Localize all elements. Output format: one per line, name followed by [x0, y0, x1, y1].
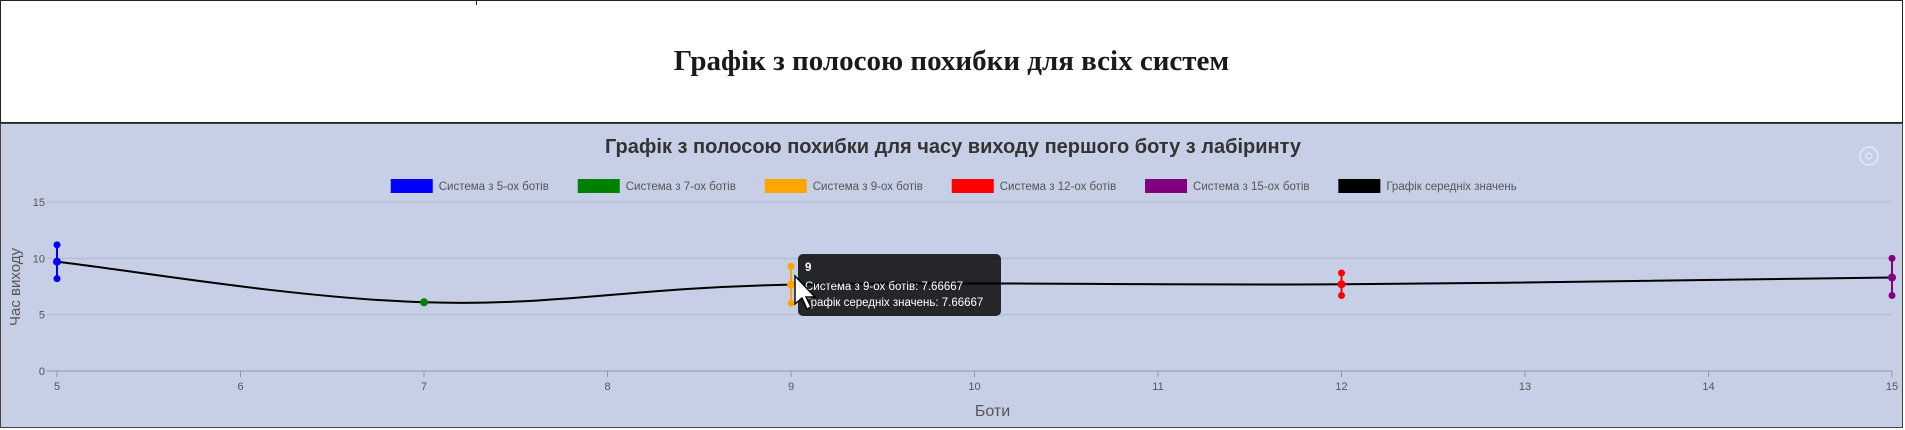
header-panel: Графік з полосою похибки для всіх систем	[0, 0, 1903, 123]
data-point	[787, 280, 795, 289]
tooltip: 9 Система з 9-ох ботів: 7.66667 Графік сер…	[794, 254, 1001, 316]
legend: Система з 5-ох ботів Система з 7-ох ботів…	[390, 179, 1517, 193]
x-tick-label: 14	[1702, 381, 1714, 393]
legend-swatch	[764, 179, 807, 193]
error-bar-min-point	[1888, 292, 1896, 300]
page-title: Графік з полосою похибки для всіх систем	[673, 45, 1230, 77]
data-point	[420, 298, 428, 307]
y-tick-label: 5	[39, 310, 45, 322]
data-point	[53, 257, 61, 266]
error-bar-min-point	[787, 299, 795, 307]
x-tick-label: 7	[421, 381, 427, 393]
x-tick-label: 12	[1335, 381, 1347, 393]
legend-swatch	[951, 179, 994, 193]
data-point	[1888, 273, 1896, 282]
legend-label: Система з 9-ох ботів	[813, 181, 923, 193]
y-axis-label: Час виходу	[7, 248, 24, 326]
legend-label: Система з 12-ох ботів	[1000, 181, 1116, 193]
legend-label: Система з 5-ох ботів	[439, 181, 549, 193]
x-tick-label: 15	[1886, 381, 1898, 393]
x-tick-label: 13	[1519, 381, 1531, 393]
menu-icon[interactable]	[1859, 146, 1879, 166]
x-tick-label: 5	[54, 381, 60, 393]
error-bar-min-point	[53, 275, 61, 283]
x-tick-label: 10	[968, 381, 980, 393]
tooltip-title: 9	[805, 262, 811, 274]
top-divider-tick	[476, 1, 477, 5]
legend-swatch	[1145, 179, 1188, 193]
x-tick-label: 11	[1152, 381, 1163, 393]
x-tick-label: 6	[237, 381, 243, 393]
y-tick-label: 15	[33, 197, 45, 209]
legend-swatch	[390, 179, 433, 193]
legend-swatch	[577, 179, 620, 193]
y-tick-label: 0	[39, 366, 45, 378]
x-tick-label: 9	[788, 381, 794, 393]
error-bar-max-point	[1338, 269, 1345, 277]
chart-title: Графік з полосою похибки для часу виходу…	[605, 136, 1302, 158]
error-bar-max-point	[787, 262, 795, 270]
x-tick-label: 8	[604, 381, 610, 393]
legend-label: Система з 15-ох ботів	[1193, 181, 1309, 193]
chart-panel: Графік з полосою похибки для часу виходу…	[0, 123, 1903, 428]
tooltip-line: Система з 9-ох ботів: 7.66667	[805, 281, 963, 293]
error-bar-min-point	[1338, 292, 1345, 300]
chart: Графік з полосою похибки для часу виходу…	[7, 136, 1898, 420]
error-bar-max-point	[53, 241, 61, 249]
legend-label: Графік середніх значень	[1386, 181, 1516, 193]
error-bar-max-point	[1888, 254, 1896, 262]
x-axis-label: Боти	[975, 403, 1010, 420]
legend-label: Система з 7-ох ботів	[626, 181, 736, 193]
data-point	[1337, 280, 1346, 289]
legend-swatch	[1338, 179, 1381, 193]
tooltip-line: Графік середніх значень: 7.66667	[805, 297, 983, 309]
y-tick-label: 10	[33, 253, 45, 265]
